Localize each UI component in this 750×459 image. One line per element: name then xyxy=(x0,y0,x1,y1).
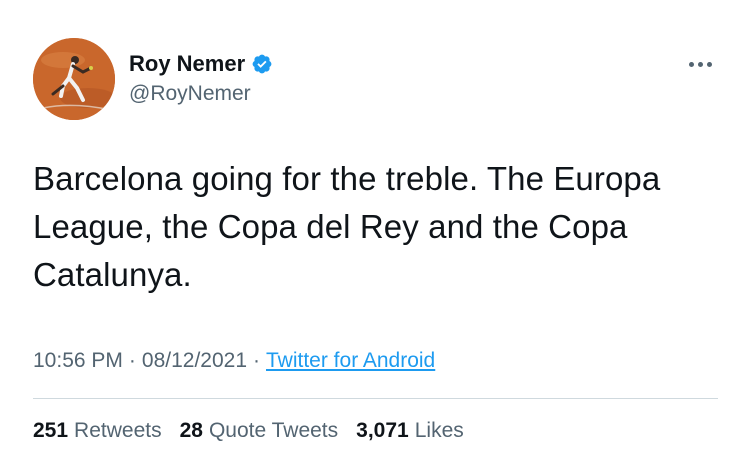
avatar-image xyxy=(33,38,115,120)
quote-tweets-label: Quote Tweets xyxy=(208,419,339,442)
more-dot xyxy=(688,61,694,67)
more-dot xyxy=(697,61,703,67)
divider xyxy=(33,398,718,399)
likes-stat[interactable]: 3,071 Likes xyxy=(356,416,464,446)
quote-tweets-count: 28 xyxy=(179,419,203,442)
tweet-date[interactable]: 08/12/2021 xyxy=(142,349,247,372)
author-name-row: Roy Nemer xyxy=(129,50,273,78)
retweets-count: 251 xyxy=(33,419,69,442)
likes-label: Likes xyxy=(414,419,464,442)
more-dot xyxy=(706,61,712,67)
retweets-stat[interactable]: 251 Retweets xyxy=(33,416,162,446)
tweet-card: Roy Nemer @RoyNemer Barcelona going for … xyxy=(0,0,750,459)
verified-badge-icon xyxy=(251,53,273,75)
meta-separator: · xyxy=(253,349,260,372)
more-options-icon[interactable] xyxy=(684,54,716,74)
retweets-label: Retweets xyxy=(74,419,162,442)
tweet-text: Barcelona going for the treble. The Euro… xyxy=(33,160,661,293)
author-handle[interactable]: @RoyNemer xyxy=(129,80,273,108)
tweet-stats: 251 Retweets 28 Quote Tweets 3,071 Likes xyxy=(33,416,464,446)
author-display-name[interactable]: Roy Nemer xyxy=(129,50,245,78)
author-block: Roy Nemer @RoyNemer xyxy=(129,50,273,108)
tweet-time[interactable]: 10:56 PM xyxy=(33,349,123,372)
tweet-meta: 10:56 PM · 08/12/2021 · Twitter for Android xyxy=(33,346,435,376)
tweet-source-link[interactable]: Twitter for Android xyxy=(266,349,435,372)
quote-tweets-stat[interactable]: 28 Quote Tweets xyxy=(180,416,339,446)
avatar[interactable] xyxy=(33,38,115,120)
likes-count: 3,071 xyxy=(356,419,409,442)
meta-separator: · xyxy=(128,349,136,372)
